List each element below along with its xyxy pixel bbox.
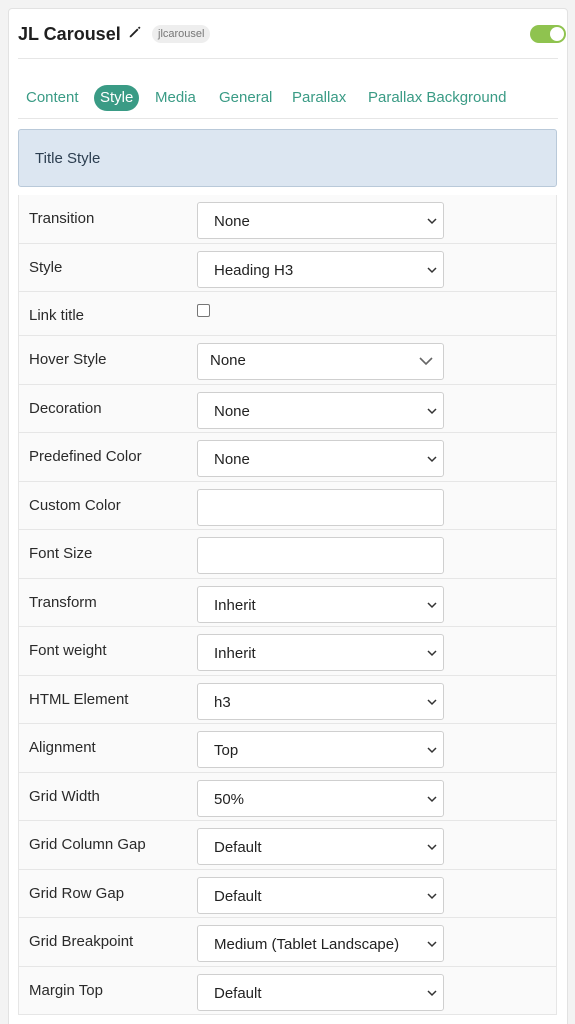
pencil-icon[interactable] [128,25,142,39]
field-row-custom-color: Custom Color [19,482,556,530]
select-value: None [214,213,250,230]
grid-column-gap-select[interactable]: Default [197,828,444,865]
select-value: Top [214,742,239,759]
select-value: None [210,352,246,369]
predefined-color-select[interactable]: None [197,440,444,477]
tab-general[interactable]: General [219,85,272,111]
select-value: Medium (Tablet Landscape) [214,936,400,953]
select-value: Default [214,887,262,905]
field-row-grid-width: Grid Width 50% [19,773,556,821]
field-label: Decoration [29,399,102,417]
alias-badge: jlcarousel [152,25,211,43]
field-label: Margin Top [29,981,103,999]
field-row-grid-column-gap: Grid Column Gap Default [19,821,556,870]
chevron-down-icon [427,407,437,414]
field-row-style: Style Heading H3 [19,244,556,292]
select-value: h3 [214,693,231,711]
field-label: Font weight [29,642,107,659]
chevron-down-icon [427,266,437,273]
field-row-font-weight: Font weight Inherit [19,627,556,676]
style-select[interactable]: Heading H3 [197,250,444,288]
chevron-down-icon [427,844,437,851]
enable-toggle[interactable] [530,25,566,43]
field-row-link-title: Link title [19,292,556,336]
custom-color-input[interactable] [197,488,444,526]
select-value: Heading H3 [214,261,294,279]
chevron-down-icon [427,795,437,802]
field-label: Grid Width [29,787,100,805]
chevron-down-icon [427,892,437,899]
field-row-grid-row-gap: Grid Row Gap Default [19,870,556,918]
select-value: None [214,402,250,420]
settings-tabs: Content Style Media General Parallax Par… [18,85,558,119]
alignment-select[interactable]: Top [197,731,444,768]
font-weight-select[interactable]: Inherit [197,634,444,671]
field-rows: Transition None Style Heading H3 Link ti… [18,195,557,1015]
field-label: Alignment [29,739,96,756]
chevron-down-icon [419,357,433,366]
select-value: Inherit [214,645,256,662]
element-header: JL Carousel jlcarousel [18,9,566,59]
select-value: Inherit [214,596,256,614]
tab-media[interactable]: Media [155,85,196,111]
transform-select[interactable]: Inherit [197,585,444,623]
toggle-knob [550,27,564,41]
chevron-down-icon [427,601,437,608]
field-row-font-size: Font Size [19,530,556,579]
grid-width-select[interactable]: 50% [197,779,444,817]
field-label: HTML Element [29,690,129,708]
tab-parallax[interactable]: Parallax [292,85,346,111]
select-value: None [214,451,250,468]
field-row-grid-breakpoint: Grid Breakpoint Medium (Tablet Landscape… [19,918,556,967]
select-value: 50% [214,790,245,808]
font-size-input[interactable] [197,537,444,574]
field-label: Grid Column Gap [29,836,146,853]
chevron-down-icon [427,218,437,225]
chevron-down-icon [427,456,437,463]
field-label: Grid Row Gap [29,884,125,902]
field-label: Link title [29,307,85,324]
chevron-down-icon [427,941,437,948]
field-label: Grid Breakpoint [29,933,134,950]
field-row-decoration: Decoration None [19,385,556,433]
field-label: Predefined Color [29,448,142,465]
margin-top-select[interactable]: Default [197,973,444,1011]
chevron-down-icon [427,989,437,996]
tab-style[interactable]: Style [94,85,140,111]
decoration-select[interactable]: None [197,391,444,429]
grid-breakpoint-select[interactable]: Medium (Tablet Landscape) [197,925,444,962]
element-settings-panel: JL Carousel jlcarousel Content Style Med… [8,8,568,1024]
section-title: Title Style [35,150,101,167]
chevron-down-icon [427,747,437,754]
field-row-html-element: HTML Element h3 [19,676,556,724]
tab-content[interactable]: Content [26,85,79,111]
field-label: Transform [29,593,97,611]
select-value: Default [214,839,262,856]
field-row-alignment: Alignment Top [19,724,556,773]
field-row-transform: Transform Inherit [19,579,556,627]
field-label: Hover Style [29,351,107,368]
field-label: Transition [29,210,95,227]
field-row-predefined-color: Predefined Color None [19,433,556,482]
chevron-down-icon [427,698,437,705]
field-row-hover-style: Hover Style None [19,336,556,385]
transition-select[interactable]: None [197,202,444,239]
select-value: Default [214,984,262,1002]
html-element-select[interactable]: h3 [197,682,444,720]
field-label: Custom Color [29,496,121,514]
field-label: Style [29,258,63,276]
section-header[interactable]: Title Style [18,129,557,187]
element-title: JL Carousel [18,24,121,44]
chevron-down-icon [427,650,437,657]
tab-parallax-background[interactable]: Parallax Background [368,85,506,111]
link-title-checkbox[interactable] [197,304,210,317]
grid-row-gap-select[interactable]: Default [197,876,444,914]
hover-style-select[interactable]: None [197,343,444,380]
field-label: Font Size [29,545,93,562]
field-row-transition: Transition None [19,195,556,244]
field-row-margin-top: Margin Top Default [19,967,556,1015]
